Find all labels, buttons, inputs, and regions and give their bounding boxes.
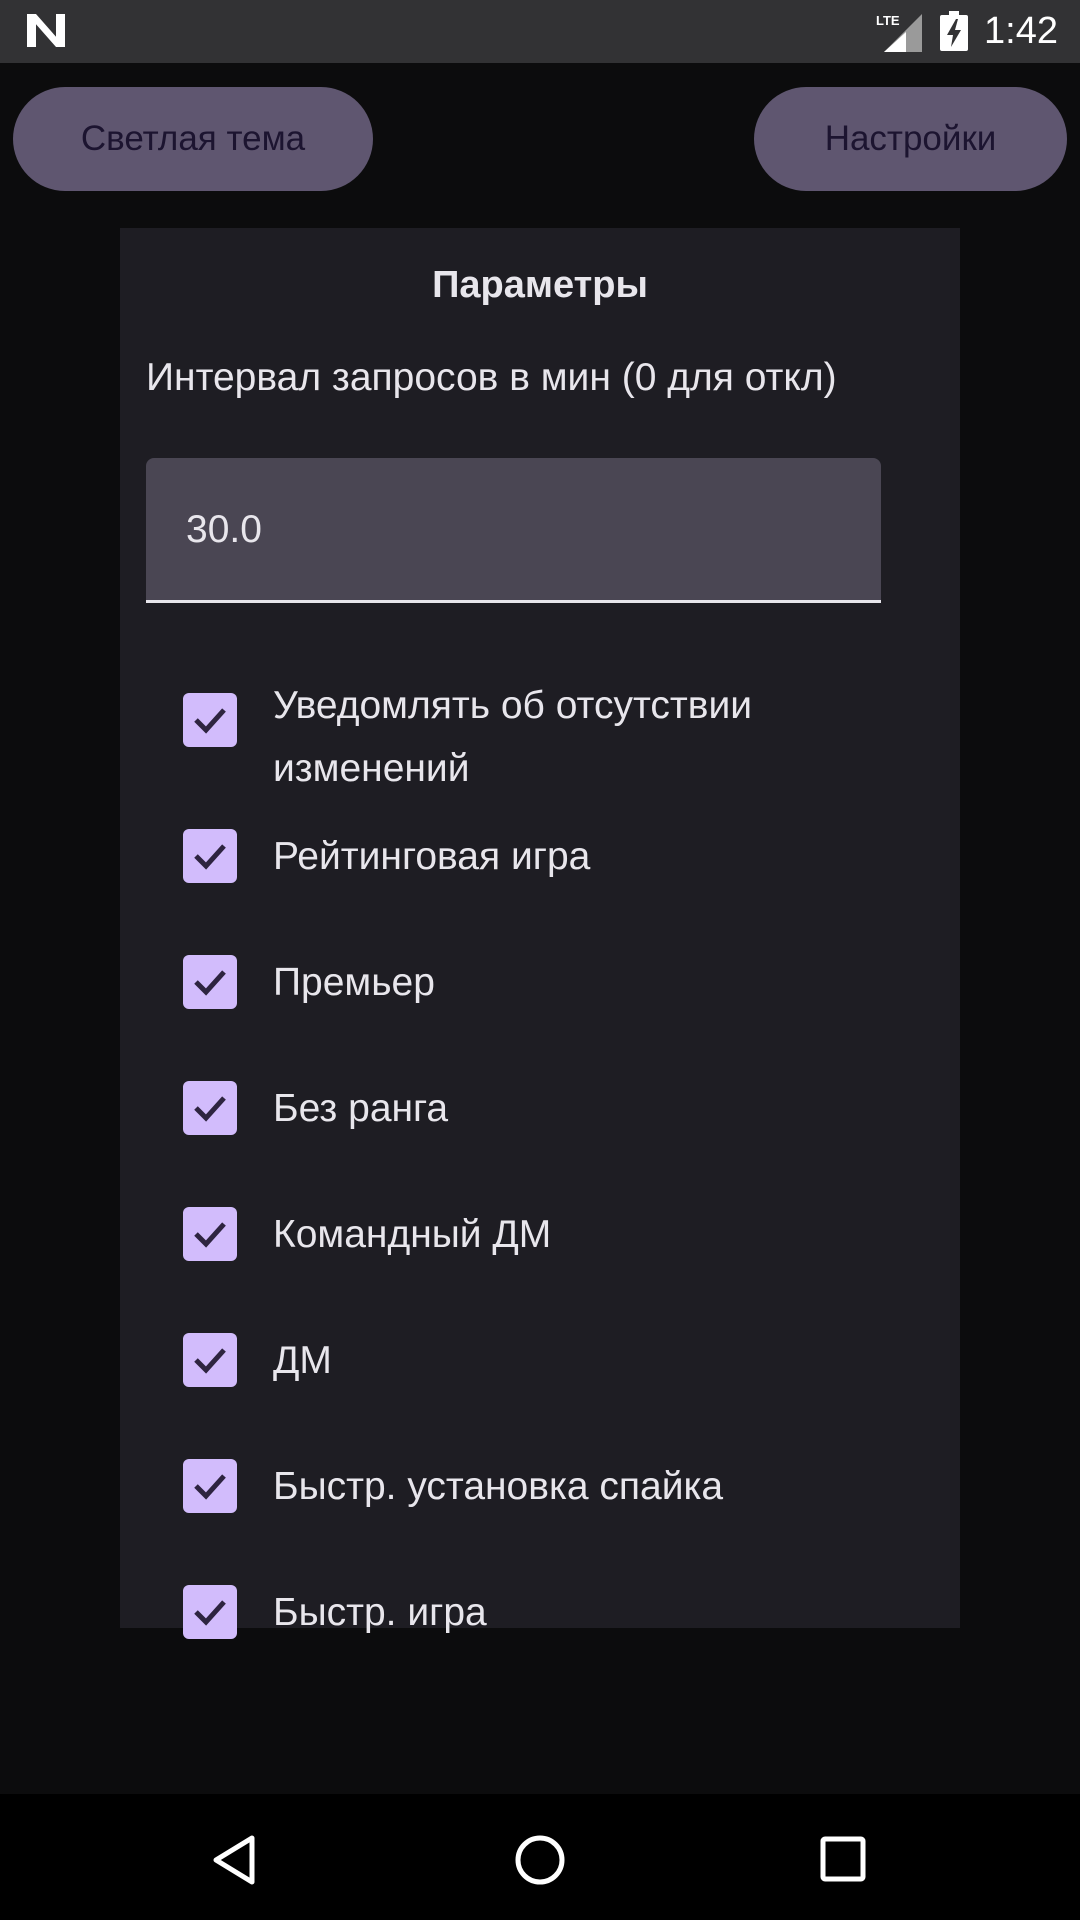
recents-icon[interactable] [820,1836,866,1882]
option-deathmatch[interactable]: ДМ [180,1329,900,1392]
option-label: Без ранга [273,1087,449,1130]
checkmark-icon [194,1096,226,1122]
option-spike-rush[interactable]: Быстр. установка спайка [180,1455,900,1518]
lte-signal-icon: LTE [876,13,922,52]
checkmark-icon [194,1348,226,1374]
parameters-card: Параметры Интервал запросов в мин (0 для… [120,228,960,1639]
checkmark-icon [194,1474,226,1500]
checkmark-icon [194,1600,226,1626]
option-unrated[interactable]: Без ранга [180,1077,900,1140]
option-notify-no-changes[interactable]: Уведомлять об отсутствии изменений [180,674,900,800]
network-type-text: LTE [876,13,900,28]
navigation-bar [0,1794,1080,1920]
option-ranked-game[interactable]: Рейтинговая игра [180,825,900,888]
checkbox-checked[interactable] [183,693,237,747]
checkmark-icon [194,1222,226,1248]
battery-charging-icon [940,11,968,51]
option-label: Быстр. игра [273,1591,487,1634]
settings-button[interactable]: Настройки [754,87,1067,191]
checkbox-checked[interactable] [183,1207,237,1261]
status-clock: 1:42 [984,10,1058,52]
option-team-deathmatch[interactable]: Командный ДМ [180,1203,900,1266]
interval-label: Интервал запросов в мин (0 для откл) [146,356,837,399]
option-swiftplay[interactable]: Быстр. игра [180,1581,900,1644]
checkbox-checked[interactable] [183,1081,237,1135]
option-label: Быстр. установка спайка [273,1465,724,1508]
checkbox-checked[interactable] [183,1585,237,1639]
option-label: Командный ДМ [273,1213,552,1256]
card-title: Параметры [432,264,648,306]
interval-field[interactable] [146,458,881,603]
status-bar: LTE 1:42 [0,0,1080,63]
checkmark-icon [194,708,226,734]
back-icon[interactable] [210,1834,258,1886]
option-label: ДМ [273,1339,332,1382]
checkmark-icon [194,970,226,996]
n-logo-icon [27,14,65,47]
checkmark-icon [194,844,226,870]
app-content: Светлая тема Настройки Параметры Интерва… [0,63,1080,1794]
checkbox-checked[interactable] [183,955,237,1009]
option-label: Уведомлять об отсутствии изменений [273,684,753,790]
option-premier[interactable]: Премьер [180,951,900,1014]
option-label: Премьер [273,961,435,1004]
checkbox-checked[interactable] [183,1459,237,1513]
option-label: Рейтинговая игра [273,835,591,878]
checkbox-checked[interactable] [183,829,237,883]
home-icon[interactable] [514,1834,566,1886]
checkbox-checked[interactable] [183,1333,237,1387]
light-theme-button[interactable]: Светлая тема [13,87,373,191]
interval-input[interactable] [186,504,826,556]
